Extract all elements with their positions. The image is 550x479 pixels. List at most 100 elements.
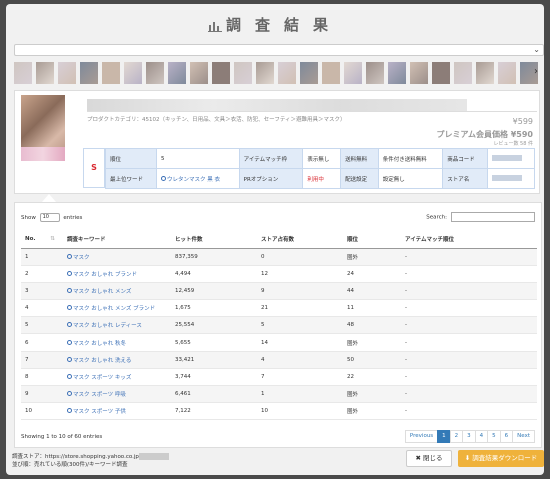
table-cell: 4 <box>21 299 63 318</box>
product-thumbnail[interactable] <box>278 62 296 84</box>
product-thumbnail[interactable] <box>476 62 494 84</box>
col-header[interactable]: アイテムマッチ順位 <box>401 231 537 249</box>
pager-next[interactable]: Next <box>512 430 535 443</box>
product-thumbnail[interactable] <box>454 62 472 84</box>
product-thumbnail[interactable] <box>366 62 384 84</box>
keyword-link[interactable]: マスク おしゃれ メンズ <box>63 282 171 301</box>
product-thumbnail[interactable] <box>146 62 164 84</box>
info-value-link[interactable]: ウレタンマスク 黒 衣 <box>156 168 240 189</box>
keyword-link[interactable]: マスク スポーツ 呼吸 <box>63 385 171 404</box>
info-label: アイテムマッチ枠 <box>238 148 304 169</box>
keyword-link[interactable]: マスク おしゃれ 洗える <box>63 351 171 369</box>
product-thumbnail[interactable] <box>300 62 318 84</box>
info-value: 表示無し <box>302 148 342 169</box>
table-cell: 48 <box>343 316 401 335</box>
keyword-link[interactable]: マスク おしゃれ 秋冬 <box>63 333 171 352</box>
table-cell: - <box>401 282 537 301</box>
table-cell: 837,359 <box>171 248 257 266</box>
product-thumbnail[interactable] <box>388 62 406 84</box>
info-label: PRオプション <box>238 168 304 189</box>
info-value-redacted <box>486 168 536 189</box>
col-header[interactable]: No. ⇅ <box>21 231 63 249</box>
info-value: 設定無し <box>377 168 444 189</box>
pager-page[interactable]: 5 <box>487 430 501 443</box>
bar-chart-icon <box>207 21 222 32</box>
product-thumbnail[interactable] <box>432 62 450 84</box>
results-table: No. ⇅ 調査キーワード ヒット件数 ストア占有数 順位 アイテムマッチ順位 1… <box>21 231 537 421</box>
close-button[interactable]: ✖ 閉じる <box>406 450 452 467</box>
product-thumbnail[interactable] <box>212 62 230 84</box>
keyword-link[interactable]: マスク おしゃれ メンズ ブランド <box>63 299 171 318</box>
table-row: 10 マスク スポーツ 子供 7,122 10 圏外 - <box>21 402 537 421</box>
table-cell: 1,675 <box>171 299 257 318</box>
table-cell: 50 <box>343 351 401 369</box>
table-cell: 7 <box>21 351 63 369</box>
table-cell: 21 <box>257 299 343 318</box>
search-icon <box>67 356 72 362</box>
product-thumbnail[interactable] <box>256 62 274 84</box>
rank-letter: S <box>83 148 105 188</box>
search-icon <box>67 287 72 293</box>
product-thumbnail[interactable] <box>58 62 76 84</box>
pager-page[interactable]: 1 <box>437 430 451 443</box>
product-thumbnail[interactable] <box>36 62 54 84</box>
table-cell: - <box>401 368 537 387</box>
table-row: 2 マスク おしゃれ ブランド 4,494 12 24- <box>21 265 537 283</box>
close-icon: ✖ <box>415 454 423 462</box>
table-row: 7 マスク おしゃれ 洗える 33,421 4 50- <box>21 351 537 369</box>
table-cell: 7,122 <box>171 402 257 421</box>
table-cell: 10 <box>257 402 343 421</box>
table-cell: 9 <box>257 282 343 301</box>
entries-select[interactable]: 10 <box>39 213 60 222</box>
col-header[interactable]: ストア占有数 <box>257 231 343 249</box>
product-thumbnail[interactable] <box>344 62 362 84</box>
product-thumbnail[interactable] <box>498 62 516 84</box>
table-cell: - <box>401 385 537 404</box>
keyword-link[interactable]: マスク おしゃれ ブランド <box>63 265 171 283</box>
col-header[interactable]: 調査キーワード <box>63 231 171 249</box>
product-thumbnail[interactable] <box>234 62 252 84</box>
premium-price: プレミアム会員価格 ¥590 <box>436 130 534 139</box>
product-thumbnail[interactable] <box>80 62 98 84</box>
product-price: ¥599 <box>512 117 533 126</box>
product-category: プロダクトカテゴリ：45102（キッチン、日用品、文具＞衣活、防犯、セーフティ＞… <box>87 117 346 123</box>
divider <box>87 111 537 112</box>
table-cell: 圏外 <box>343 248 401 266</box>
entries-length-control: Show 10 entries <box>21 213 83 222</box>
keyword-link[interactable]: マスク スポーツ 子供 <box>63 402 171 421</box>
pager-page[interactable]: 4 <box>474 430 489 443</box>
modal-title: 調査結果 <box>6 10 544 40</box>
product-thumbnail[interactable] <box>322 62 340 84</box>
product-thumbnail[interactable] <box>168 62 186 84</box>
sort-icon: ⇅ <box>50 236 55 243</box>
info-value: 5 <box>156 148 240 169</box>
chevron-right-icon[interactable]: › <box>534 66 542 77</box>
keyword-link[interactable]: マスク <box>63 248 171 266</box>
product-thumbnail[interactable] <box>410 62 428 84</box>
pager-page[interactable]: 2 <box>449 430 464 443</box>
col-header[interactable]: ヒット件数 <box>171 231 257 249</box>
pager-page[interactable]: 6 <box>499 430 514 443</box>
table-cell: 6,461 <box>171 385 257 404</box>
pager-page[interactable]: 3 <box>462 430 476 443</box>
download-button[interactable]: ⬇ 調査結果ダウンロード <box>458 450 544 467</box>
card-pointer <box>42 194 56 202</box>
keyword-link[interactable]: マスク スポーツ キッズ <box>63 368 171 387</box>
table-cell: 圏外 <box>343 385 401 404</box>
col-header[interactable]: 順位 <box>343 231 401 249</box>
table-cell: 12 <box>257 265 343 283</box>
product-thumbnail[interactable] <box>124 62 142 84</box>
table-cell: 10 <box>21 402 63 421</box>
pager-previous[interactable]: Previous <box>404 430 439 443</box>
product-thumbnail[interactable] <box>102 62 120 84</box>
product-thumbnail[interactable] <box>190 62 208 84</box>
search-input[interactable] <box>451 212 535 222</box>
search-icon <box>67 339 72 345</box>
product-thumbnail-strip[interactable] <box>12 60 542 86</box>
product-thumbnail[interactable] <box>14 62 32 84</box>
table-cell: 5 <box>21 316 63 335</box>
info-value-redacted <box>486 148 536 169</box>
table-row: 6 マスク おしゃれ 秋冬 5,655 14 圏外 - <box>21 333 537 352</box>
keyword-link[interactable]: マスク おしゃれ レディース <box>63 316 171 335</box>
product-select[interactable]: ⌄ <box>14 44 544 56</box>
